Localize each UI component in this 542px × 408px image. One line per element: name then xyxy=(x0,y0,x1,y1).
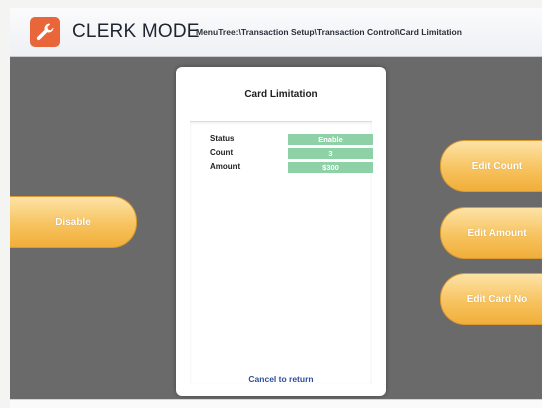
amount-value: $300 xyxy=(288,162,373,173)
amount-label: Amount xyxy=(210,162,241,171)
edit-card-no-button[interactable]: Edit Card No xyxy=(440,273,542,325)
count-value: 3 xyxy=(288,148,373,159)
edit-count-button[interactable]: Edit Count xyxy=(440,140,542,192)
status-value: Enable xyxy=(288,134,373,145)
edit-amount-button[interactable]: Edit Amount xyxy=(440,207,542,259)
clerk-mode-screen: CLERK MODE MenuTree:\Transaction Setup\T… xyxy=(0,0,542,408)
count-row: Count 3 xyxy=(210,148,373,159)
edit-amount-button-label: Edit Amount xyxy=(467,227,527,239)
amount-row: Amount $300 xyxy=(210,162,373,173)
status-label: Status xyxy=(210,134,235,143)
disable-button-label: Disable xyxy=(55,216,91,228)
wrench-icon xyxy=(30,17,60,47)
breadcrumb: MenuTree:\Transaction Setup\Transaction … xyxy=(196,27,462,37)
header-bar: CLERK MODE MenuTree:\Transaction Setup\T… xyxy=(10,8,542,57)
count-label: Count xyxy=(210,148,234,157)
panel-body: Status Enable Count 3 Amount $300 xyxy=(190,121,373,384)
app-title: CLERK MODE xyxy=(72,21,200,42)
edit-card-no-button-label: Edit Card No xyxy=(466,293,528,305)
status-row: Status Enable xyxy=(210,134,373,145)
card-limitation-panel: Card Limitation Status Enable Count 3 Am… xyxy=(176,67,386,396)
edit-count-button-label: Edit Count xyxy=(471,160,523,172)
cancel-to-return-link[interactable]: Cancel to return xyxy=(176,374,386,384)
bottom-strip xyxy=(10,399,542,408)
panel-title: Card Limitation xyxy=(244,89,318,100)
disable-button[interactable]: Disable xyxy=(10,196,137,248)
